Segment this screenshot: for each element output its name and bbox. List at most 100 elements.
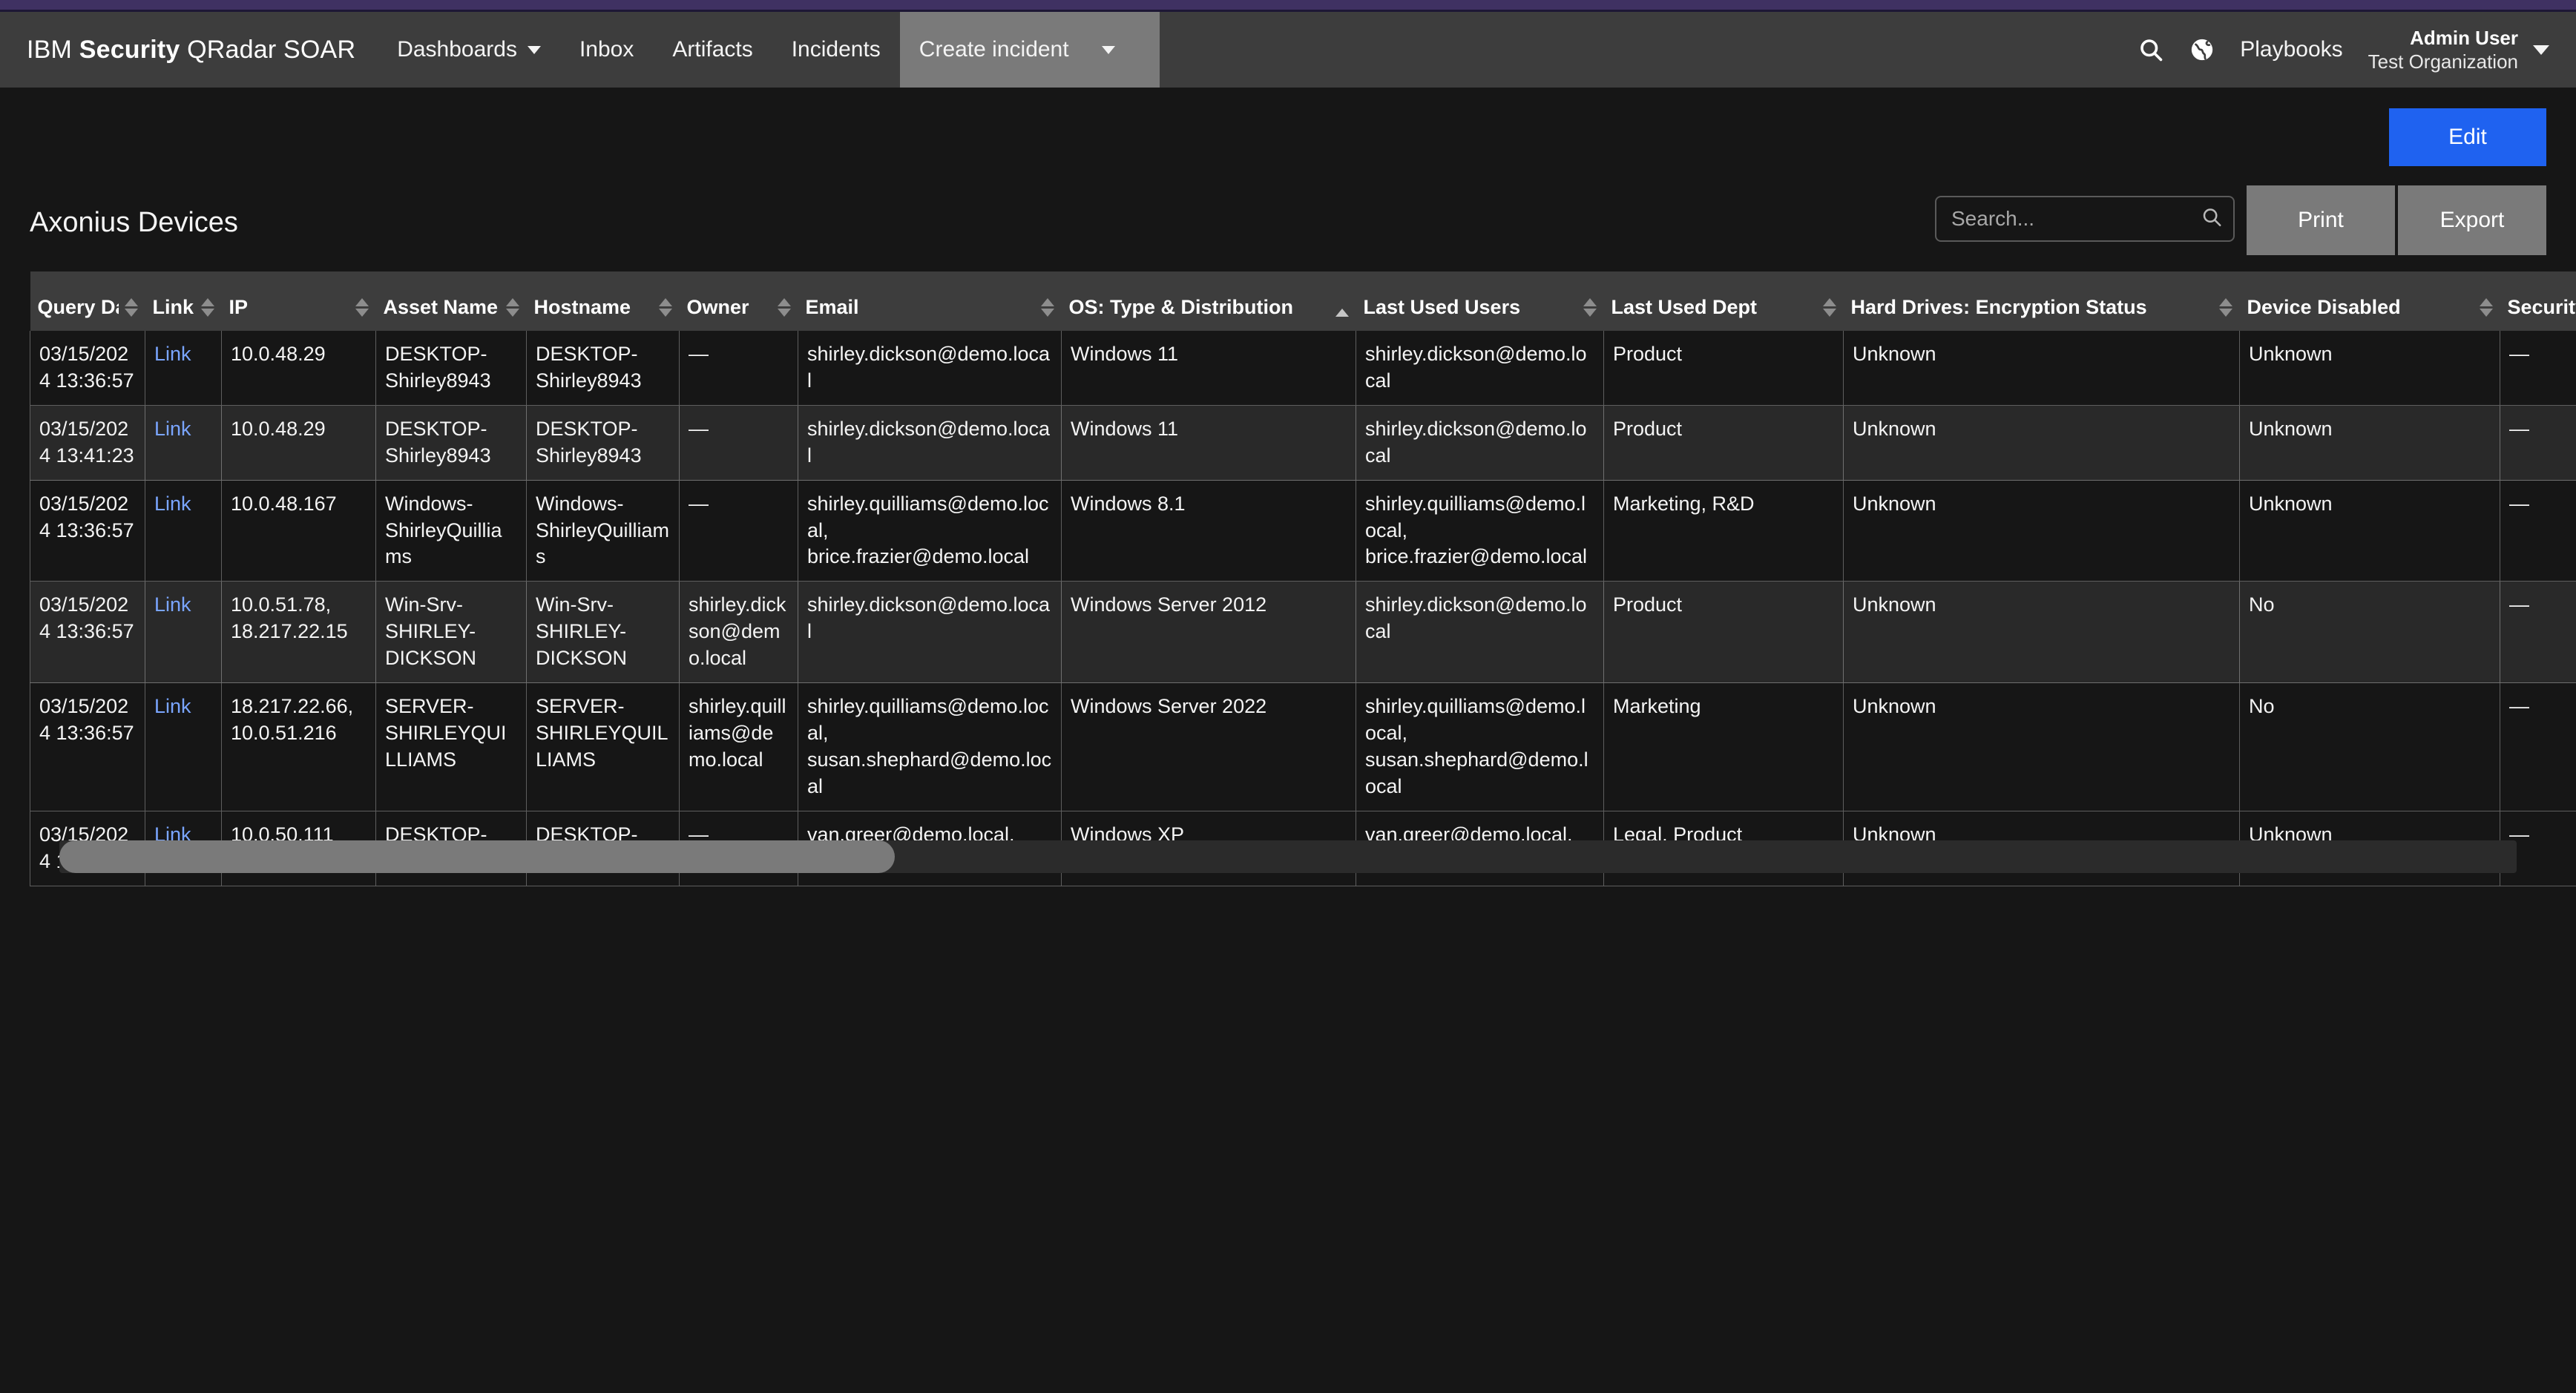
column-header-last-used-users[interactable]: Last Used Users — [1356, 271, 1604, 331]
cell-os-type-distribution: Windows 11 — [1061, 331, 1356, 406]
sort-toggle-icon[interactable] — [658, 298, 672, 319]
table-row[interactable]: 03/15/2024 13:36:57 Link 10.0.48.29 DESKTOP… — [30, 331, 2576, 406]
cell-os-type-distribution: Windows 11 — [1061, 405, 1356, 481]
sort-ascending-icon[interactable] — [658, 298, 672, 306]
sort-ascending-icon[interactable] — [1335, 309, 1349, 317]
sort-toggle-icon[interactable] — [1040, 298, 1054, 319]
table-row[interactable]: 03/15/2024 13:36:57 Link 10.0.48.167 Window… — [30, 480, 2576, 582]
cell-query-date: 03/15/2024 13:36:57 — [30, 682, 145, 811]
nav-item-incidents[interactable]: Incidents — [772, 12, 900, 88]
table-row[interactable]: 03/15/2024 13:41:23 Link 10.0.48.29 DESKTOP… — [30, 405, 2576, 481]
sort-ascending-icon[interactable] — [200, 298, 214, 306]
row-link[interactable]: Link — [154, 493, 191, 515]
sort-descending-icon[interactable] — [777, 309, 791, 317]
sort-descending-icon[interactable] — [1040, 309, 1054, 317]
column-header-label: Hard Drives: Encryption Status — [1850, 296, 2147, 318]
sort-toggle-icon[interactable] — [777, 298, 791, 319]
sort-descending-icon[interactable] — [1822, 309, 1836, 317]
cell-link[interactable]: Link — [145, 581, 222, 684]
edit-button[interactable]: Edit — [2389, 108, 2546, 166]
search-field-wrapper — [1935, 196, 2235, 242]
column-header-os-type-distribution[interactable]: OS: Type & Distribution — [1061, 271, 1356, 331]
column-header-hostname[interactable]: Hostname — [526, 271, 680, 331]
sort-toggle-icon[interactable] — [1335, 309, 1349, 319]
cell-security-level: — — [2500, 682, 2576, 811]
globe-icon[interactable] — [2189, 37, 2215, 62]
row-link[interactable]: Link — [154, 695, 191, 717]
table-row[interactable]: 03/15/2024 13:36:57 Link 10.0.51.78, 18.21… — [30, 581, 2576, 684]
cell-hostname: DESKTOP-Shirley8943 — [526, 405, 680, 481]
search-icon[interactable] — [2138, 36, 2164, 63]
sort-descending-icon[interactable] — [1583, 309, 1597, 317]
sort-descending-icon[interactable] — [2479, 309, 2493, 317]
sort-toggle-icon[interactable] — [1822, 298, 1836, 319]
cell-last-used-users: shirley.quilliams@demo.local, brice.fraz… — [1356, 480, 1604, 582]
sort-toggle-icon[interactable] — [124, 298, 138, 319]
horizontal-scrollbar[interactable] — [59, 840, 2517, 873]
cell-last-used-users: shirley.dickson@demo.local — [1356, 331, 1604, 406]
cell-asset-name: SERVER-SHIRLEYQUILLIAMS — [375, 682, 527, 811]
column-header-label: IP — [229, 296, 249, 318]
sort-ascending-icon[interactable] — [2218, 298, 2232, 306]
row-link[interactable]: Link — [154, 418, 191, 440]
nav-item-create-incident[interactable]: Create incident — [899, 12, 1160, 88]
column-header-last-used-dept[interactable]: Last Used Dept — [1603, 271, 1844, 331]
cell-link[interactable]: Link — [145, 405, 222, 481]
cell-link[interactable]: Link — [145, 480, 222, 582]
print-button[interactable]: Print — [2247, 185, 2395, 255]
row-link[interactable]: Link — [154, 343, 191, 365]
sort-descending-icon[interactable] — [355, 309, 369, 317]
sort-ascending-icon[interactable] — [1822, 298, 1836, 306]
column-header-ip[interactable]: IP — [221, 271, 376, 331]
column-header-label: Hostname — [533, 296, 631, 318]
sort-toggle-icon[interactable] — [1583, 298, 1597, 319]
cell-link[interactable]: Link — [145, 682, 222, 811]
sort-descending-icon[interactable] — [124, 309, 138, 317]
nav-item-dashboards[interactable]: Dashboards — [378, 12, 560, 88]
nav-item-artifacts[interactable]: Artifacts — [653, 12, 772, 88]
sort-ascending-icon[interactable] — [505, 298, 519, 306]
user-menu[interactable]: Admin User Test Organization — [2368, 26, 2549, 74]
sort-toggle-icon[interactable] — [2218, 298, 2232, 319]
sort-ascending-icon[interactable] — [124, 298, 138, 306]
column-header-label: Owner — [686, 296, 749, 318]
sort-toggle-icon[interactable] — [505, 298, 519, 319]
nav-item-playbooks[interactable]: Playbooks — [2240, 37, 2342, 62]
column-header-device-disabled[interactable]: Device Disabled — [2239, 271, 2500, 331]
export-button[interactable]: Export — [2398, 185, 2546, 255]
column-header-hard-drives-encryption-status[interactable]: Hard Drives: Encryption Status — [1843, 271, 2240, 331]
chevron-down-icon — [2533, 45, 2549, 55]
nav-item-incidents-label: Incidents — [791, 37, 881, 62]
cell-security-level: — — [2500, 331, 2576, 406]
column-header-link[interactable]: Link — [145, 271, 222, 331]
sort-ascending-icon[interactable] — [2479, 298, 2493, 306]
nav-item-inbox[interactable]: Inbox — [560, 12, 653, 88]
cell-asset-name: DESKTOP-Shirley8943 — [375, 405, 527, 481]
sort-ascending-icon[interactable] — [1040, 298, 1054, 306]
column-header-label: Asset Name — [383, 296, 499, 318]
horizontal-scrollbar-thumb[interactable] — [59, 840, 896, 873]
cell-last-used-users: shirley.quilliams@demo.local, susan.shep… — [1356, 682, 1604, 811]
row-link[interactable]: Link — [154, 593, 191, 616]
sort-toggle-icon[interactable] — [2479, 298, 2493, 319]
sort-descending-icon[interactable] — [658, 309, 672, 317]
sort-ascending-icon[interactable] — [355, 298, 369, 306]
column-header-security-level[interactable]: Security Level — [2500, 271, 2576, 331]
column-header-email[interactable]: Email — [798, 271, 1062, 331]
cell-ip: 10.0.48.29 — [221, 331, 376, 406]
sort-ascending-icon[interactable] — [777, 298, 791, 306]
sort-descending-icon[interactable] — [200, 309, 214, 317]
section-header: Axonius Devices Print Export — [0, 166, 2576, 255]
table-row[interactable]: 03/15/2024 13:36:57 Link 18.217.22.66, 10.… — [30, 682, 2576, 811]
search-input[interactable] — [1935, 196, 2235, 242]
cell-link[interactable]: Link — [145, 331, 222, 406]
column-header-query-date[interactable]: Query Date — [30, 271, 145, 331]
sort-toggle-icon[interactable] — [200, 298, 214, 319]
sort-toggle-icon[interactable] — [355, 298, 369, 319]
sort-descending-icon[interactable] — [2218, 309, 2232, 317]
sort-ascending-icon[interactable] — [1583, 298, 1597, 306]
sort-descending-icon[interactable] — [505, 309, 519, 317]
column-header-asset-name[interactable]: Asset Name — [375, 271, 527, 331]
column-header-owner[interactable]: Owner — [679, 271, 798, 331]
cell-last-used-users: shirley.dickson@demo.local — [1356, 405, 1604, 481]
